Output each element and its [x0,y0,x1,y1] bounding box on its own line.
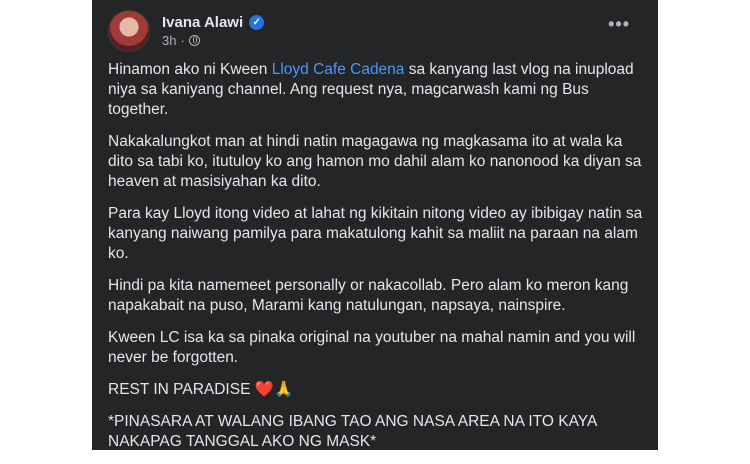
verified-badge-icon: ✓ [249,15,265,30]
post-subline: 3h · [162,33,264,48]
facebook-post-card: Ivana Alawi ✓ 3h · ••• Hinamon ako ni Kw… [92,0,658,450]
post-paragraph-4: Hindi pa kita namemeet personally or nak… [108,277,629,314]
post-paragraph-5: Kween LC isa ka sa pinaka original na yo… [108,329,636,366]
post-paragraph-2: Nakakalungkot man at hindi natin magagaw… [108,133,642,190]
post-text: Hinamon ako ni Kween Lloyd Cafe Cadena s… [108,60,648,464]
rest-in-paradise-text: REST IN PARADISE [108,381,251,398]
author-name[interactable]: Ivana Alawi [162,14,243,31]
post-paragraph-3: Para kay Lloyd itong video at lahat ng k… [108,205,643,262]
post-timestamp[interactable]: 3h [162,33,176,48]
post-paragraph-6: REST IN PARADISE ❤️🙏 [108,380,648,400]
paragraph-text: Hinamon ako ni Kween [108,61,272,78]
praying-hands-emoji-icon: 🙏 [274,381,294,398]
author-avatar[interactable] [108,10,150,52]
mention-link[interactable]: Lloyd Cafe Cadena [272,61,405,78]
post-paragraph-7: *PINASARA AT WALANG IBANG TAO ANG NASA A… [108,413,597,450]
globe-icon[interactable] [188,35,200,46]
post-meta: Ivana Alawi ✓ 3h · [162,14,265,48]
more-options-icon[interactable]: ••• [608,14,630,35]
author-name-row: Ivana Alawi ✓ [162,14,265,31]
post-paragraph-1: Hinamon ako ni Kween Lloyd Cafe Cadena s… [108,60,648,120]
separator-dot: · [180,33,185,48]
post-header: Ivana Alawi ✓ 3h · [108,10,265,52]
heart-emoji-icon: ❤️ [254,381,275,398]
